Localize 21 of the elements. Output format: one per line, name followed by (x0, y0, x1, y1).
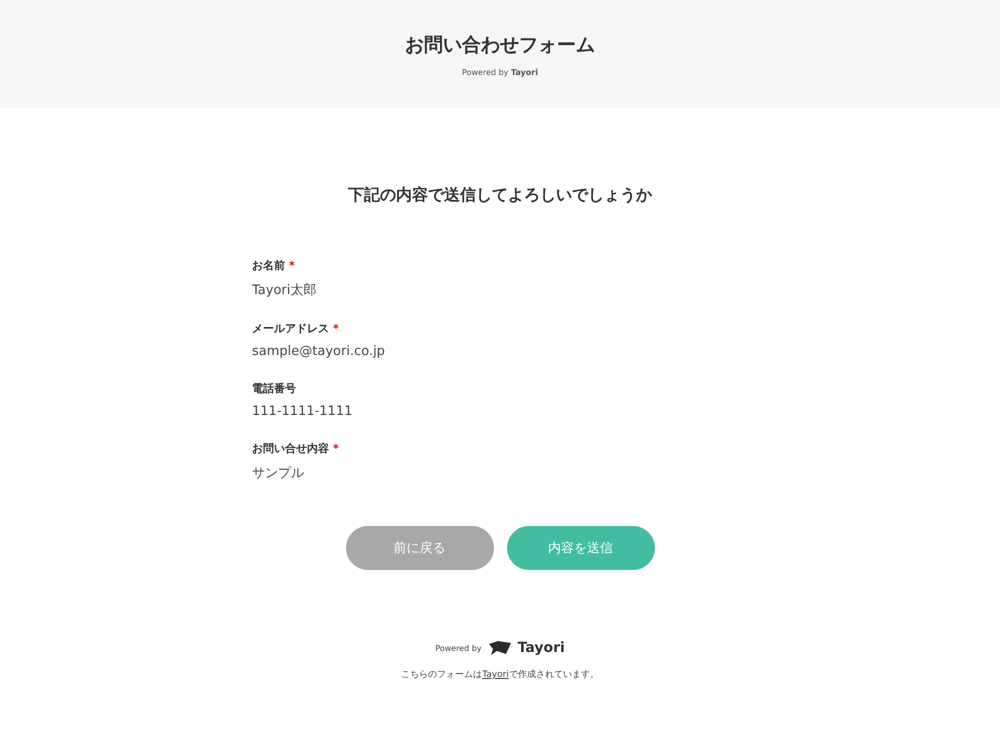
field-label: お問い合せ内容 (252, 441, 329, 456)
required-mark: * (333, 442, 339, 455)
required-mark: * (333, 322, 339, 335)
submit-button[interactable]: 内容を送信 (506, 526, 654, 570)
footer-note: こちらのフォームはTayoriで作成されています。 (401, 668, 599, 681)
field-label: メールアドレス (252, 321, 329, 336)
tayori-link[interactable]: Tayori (482, 670, 509, 680)
field-value: sample@tayori.co.jp (252, 344, 386, 359)
confirm-heading: 下記の内容で送信してよろしいでしょうか (348, 185, 652, 206)
field-value: 111-1111-1111 (252, 404, 354, 419)
form-title: お問い合わせフォーム (405, 32, 595, 58)
powered-by-text: Powered by (435, 644, 482, 652)
back-button[interactable]: 前に戻る (346, 526, 494, 570)
field-value: サンプル (252, 465, 305, 482)
logo-icon (488, 640, 512, 656)
required-mark: * (289, 259, 295, 272)
field-value: Tayori太郎 (252, 282, 318, 299)
field-label: お名前 (252, 258, 285, 273)
brand-name: Tayori (518, 640, 565, 656)
field-label: 電話番号 (252, 381, 296, 396)
powered-by-text: Powered by Tayori (462, 68, 538, 76)
